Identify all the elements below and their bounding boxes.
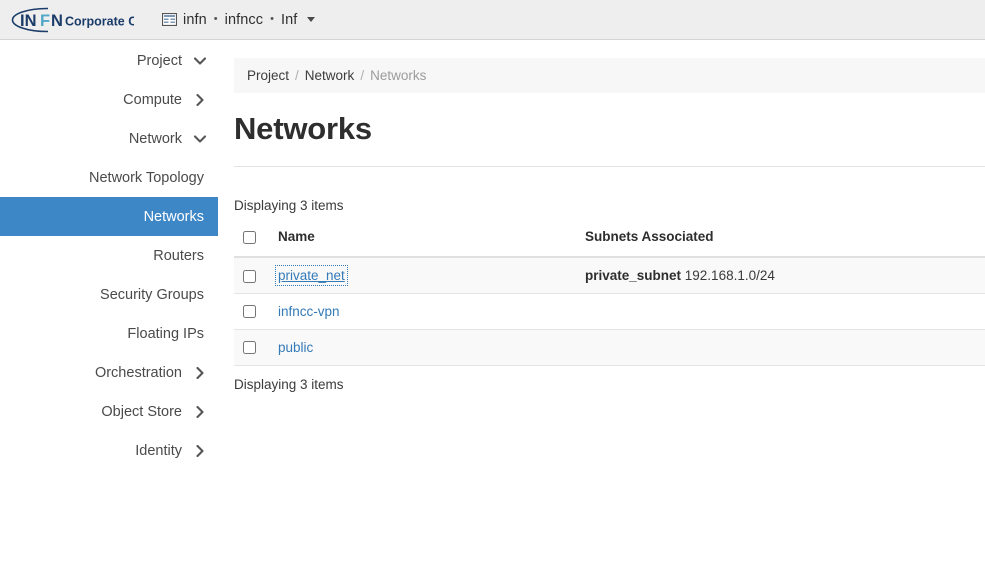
network-name-cell: public [272, 329, 582, 366]
top-navbar: IN F N Corporate Cloud infn • infncc • I… [0, 0, 985, 40]
context-separator-2: • [270, 13, 274, 25]
network-name-cell: infncc-vpn [272, 293, 582, 330]
sidebar-item-networks[interactable]: Networks [0, 197, 218, 236]
breadcrumb: Project / Network / Networks [234, 58, 985, 93]
sidebar-item-label: Identity [135, 442, 182, 459]
networks-table: Name Subnets Associated private_net priva… [234, 229, 985, 366]
breadcrumb-item-network[interactable]: Network [305, 68, 355, 83]
row-select-checkbox[interactable] [243, 269, 256, 283]
logo-svg: IN F N Corporate Cloud [11, 6, 134, 33]
table-row: public [234, 329, 985, 366]
chevron-right-icon [194, 444, 206, 457]
sidebar-item-label: Compute [123, 91, 182, 108]
column-header-subnets-associated[interactable]: Subnets Associated [582, 229, 985, 258]
context-switcher[interactable]: infn • infncc • Inf [158, 5, 319, 35]
sidebar-item-object-store[interactable]: Object Store [0, 392, 218, 431]
svg-text:N: N [51, 12, 63, 30]
chevron-down-icon [194, 55, 206, 67]
chevron-right-icon [194, 93, 206, 106]
sidebar-item-floating-ips[interactable]: Floating IPs [0, 314, 218, 353]
context-separator-1: • [213, 13, 218, 25]
page-title: Networks [234, 111, 372, 146]
context-domain: infncc [224, 11, 264, 28]
svg-text:F: F [40, 12, 50, 30]
sidebar-item-label: Floating IPs [127, 325, 204, 342]
sidebar-item-identity[interactable]: Identity [0, 431, 218, 470]
row-select-cell [234, 257, 272, 294]
table-body: private_net private_subnet 192.168.1.0/24… [234, 257, 985, 366]
table-row: infncc-vpn [234, 293, 985, 330]
sidebar-item-network-topology[interactable]: Network Topology [0, 158, 218, 197]
column-header-name[interactable]: Name [272, 229, 582, 258]
sidebar-item-label: Network Topology [89, 169, 204, 186]
table-row: private_net private_subnet 192.168.1.0/24 [234, 257, 985, 294]
title-divider [234, 166, 985, 167]
chevron-down-icon [194, 133, 206, 145]
chevron-right-icon [194, 366, 206, 379]
sidebar-item-label: Networks [143, 208, 204, 225]
sidebar-item-label: Network [128, 130, 182, 147]
sidebar-item-label: Orchestration [94, 364, 182, 381]
svg-text:IN: IN [20, 12, 37, 30]
column-header-select [234, 229, 272, 258]
network-name-link[interactable]: infncc-vpn [278, 304, 340, 319]
breadcrumb-item-project[interactable]: Project [247, 68, 289, 83]
main-content: Project / Network / Networks Networks Displa… [218, 41, 985, 580]
breadcrumb-item-networks: Networks [370, 68, 427, 83]
sidebar-item-project[interactable]: Project [0, 41, 218, 80]
sidebar-item-label: Routers [153, 247, 204, 264]
sidebar-item-orchestration[interactable]: Orchestration [0, 353, 218, 392]
row-select-cell [234, 329, 272, 366]
subnet-cidr: 192.168.1.0/24 [681, 267, 775, 283]
sidebar-item-compute[interactable]: Compute [0, 80, 218, 119]
network-name-link[interactable]: private_net [275, 264, 348, 286]
select-all-checkbox[interactable] [243, 230, 256, 244]
sidebar-item-network[interactable]: Network [0, 119, 218, 158]
subnets-associated-cell [582, 293, 985, 330]
sidebar-item-security-groups[interactable]: Security Groups [0, 275, 218, 314]
context-user: Inf [280, 11, 298, 28]
subnets-associated-cell [582, 329, 985, 366]
table-header-row: Name Subnets Associated [234, 229, 985, 258]
brand-logo[interactable]: IN F N Corporate Cloud [10, 5, 134, 35]
sidebar-item-label: Security Groups [100, 286, 204, 303]
chevron-down-icon [307, 17, 316, 22]
table-header: Name Subnets Associated [234, 229, 985, 258]
items-count-bottom: Displaying 3 items [234, 376, 344, 392]
sidebar-item-routers[interactable]: Routers [0, 236, 218, 275]
sidebar-navigation: Project Compute Network Network Topology Net… [0, 41, 218, 580]
svg-text:Corporate Cloud: Corporate Cloud [65, 14, 134, 28]
breadcrumb-separator: / [295, 68, 299, 83]
context-project: infn [183, 11, 207, 28]
infn-corporate-cloud-logo: IN F N Corporate Cloud [10, 6, 134, 33]
network-name-link[interactable]: public [278, 340, 313, 355]
sidebar-item-label: Project [136, 52, 182, 69]
row-select-checkbox[interactable] [243, 305, 256, 319]
items-count-top: Displaying 3 items [234, 198, 344, 213]
sidebar-item-label: Object Store [101, 403, 182, 420]
row-select-checkbox[interactable] [243, 341, 256, 355]
subnet-name: private_subnet [585, 267, 682, 283]
network-name-cell: private_net [272, 257, 582, 294]
row-select-cell [234, 293, 272, 330]
grid-icon [162, 13, 177, 26]
subnets-associated-cell: private_subnet 192.168.1.0/24 [582, 257, 985, 294]
breadcrumb-separator: / [360, 68, 365, 83]
chevron-right-icon [194, 405, 206, 418]
